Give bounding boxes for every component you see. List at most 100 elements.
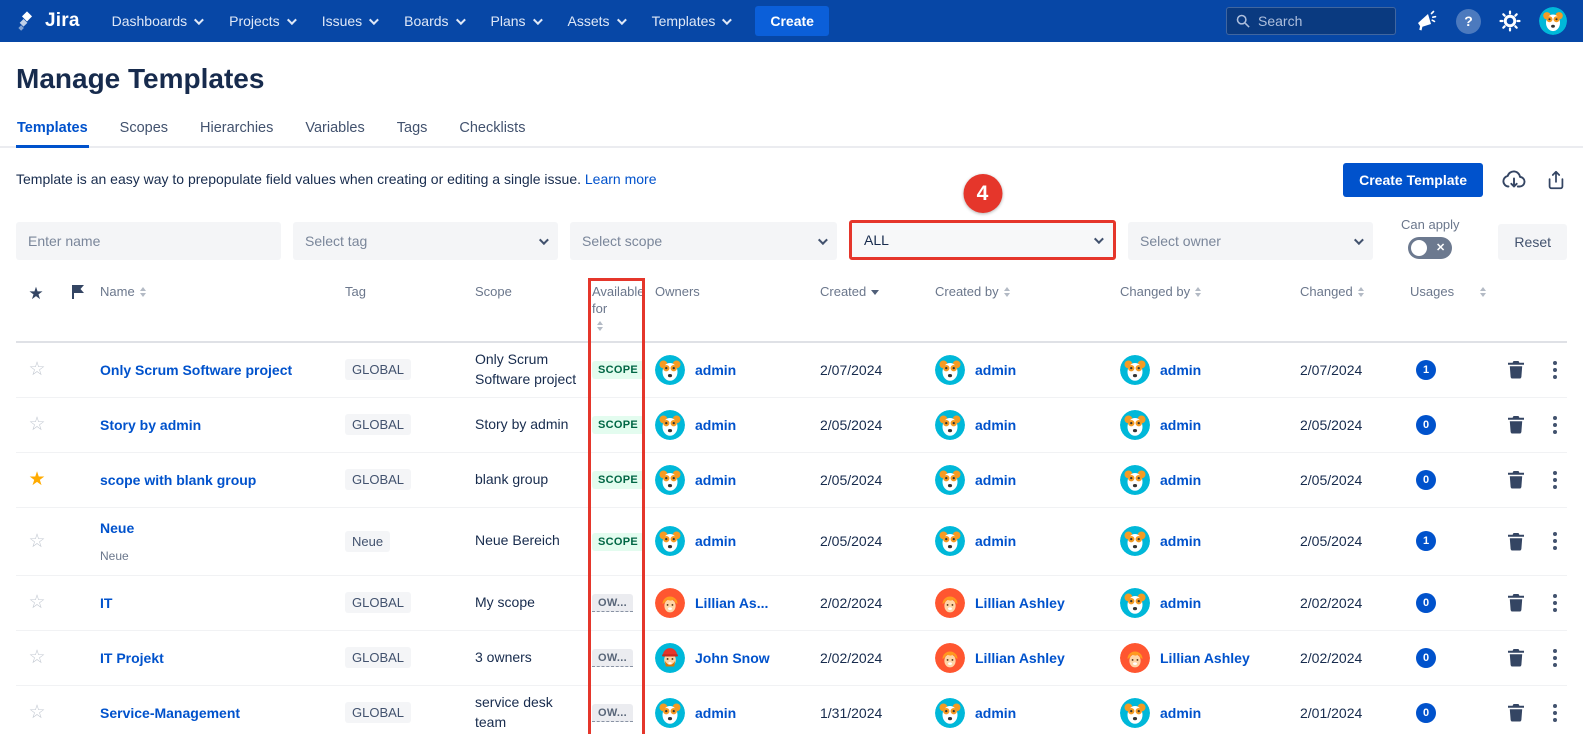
name-cell: Neue Neue xyxy=(100,520,345,563)
template-name-link[interactable]: scope with blank group xyxy=(100,472,256,488)
tag-filter-dropdown[interactable]: Select tag xyxy=(293,222,558,260)
owner-link[interactable]: John Snow xyxy=(695,650,770,666)
delete-button[interactable] xyxy=(1505,646,1549,669)
delete-button[interactable] xyxy=(1505,358,1549,381)
changed-by-link[interactable]: admin xyxy=(1160,705,1201,721)
favorite-star[interactable]: ☆ xyxy=(16,530,56,553)
row-menu-button[interactable] xyxy=(1549,590,1579,616)
favorite-star[interactable]: ☆ xyxy=(16,358,56,381)
header-tag[interactable]: Tag xyxy=(345,284,475,301)
delete-button[interactable] xyxy=(1505,530,1549,553)
help-icon[interactable]: ? xyxy=(1456,8,1481,34)
nav-item-plans[interactable]: Plans xyxy=(491,13,543,29)
created-by-link[interactable]: admin xyxy=(975,417,1016,433)
export-icon[interactable] xyxy=(1545,168,1567,192)
created-by-link[interactable]: Lillian Ashley xyxy=(975,595,1065,611)
tab-hierarchies[interactable]: Hierarchies xyxy=(199,114,274,148)
template-name-link[interactable]: Story by admin xyxy=(100,417,201,433)
changed-by-link[interactable]: admin xyxy=(1160,362,1201,378)
delete-button[interactable] xyxy=(1505,701,1549,724)
owner-link[interactable]: admin xyxy=(695,705,736,721)
flag-header-icon[interactable] xyxy=(56,284,100,300)
owner-link[interactable]: admin xyxy=(695,417,736,433)
tab-scopes[interactable]: Scopes xyxy=(119,114,169,148)
template-name-link[interactable]: Service-Management xyxy=(100,705,240,721)
owner-link[interactable]: admin xyxy=(695,362,736,378)
header-changed-by[interactable]: Changed by xyxy=(1120,284,1300,301)
header-available-for[interactable]: Available for xyxy=(592,284,647,331)
changed-cell: 2/02/2024 xyxy=(1300,649,1363,666)
can-apply-toggle[interactable]: ✕ xyxy=(1408,237,1453,259)
delete-button[interactable] xyxy=(1505,591,1549,614)
nav-item-issues[interactable]: Issues xyxy=(322,13,380,29)
gear-icon[interactable] xyxy=(1499,10,1521,32)
user-avatar[interactable] xyxy=(1539,7,1567,35)
nav-item-projects[interactable]: Projects xyxy=(229,13,297,29)
create-button[interactable]: Create xyxy=(755,6,829,36)
row-menu-button[interactable] xyxy=(1549,412,1579,438)
header-changed[interactable]: Changed xyxy=(1300,284,1410,301)
available-for-dropdown[interactable]: ALL xyxy=(849,220,1116,260)
row-menu-button[interactable] xyxy=(1549,467,1579,493)
changed-by-link[interactable]: admin xyxy=(1160,472,1201,488)
favorite-star[interactable]: ☆ xyxy=(16,701,56,724)
delete-button[interactable] xyxy=(1505,468,1549,491)
nav-item-dashboards[interactable]: Dashboards xyxy=(112,13,204,29)
changed-by-link[interactable]: Lillian Ashley xyxy=(1160,650,1250,666)
changed-by-link[interactable]: admin xyxy=(1160,417,1201,433)
reset-button[interactable]: Reset xyxy=(1498,224,1567,260)
row-menu-button[interactable] xyxy=(1549,357,1579,383)
name-filter-input[interactable] xyxy=(28,233,269,249)
import-cloud-icon[interactable] xyxy=(1501,168,1527,192)
created-cell: 1/31/2024 xyxy=(820,704,883,721)
owner-filter-dropdown[interactable]: Select owner xyxy=(1128,222,1373,260)
row-menu-button[interactable] xyxy=(1549,700,1579,726)
header-owners[interactable]: Owners xyxy=(655,284,820,301)
header-usages[interactable]: Usages xyxy=(1410,284,1505,301)
favorite-star[interactable]: ★ xyxy=(16,468,56,491)
header-created[interactable]: Created xyxy=(820,284,935,301)
announcements-icon[interactable] xyxy=(1414,9,1438,33)
row-menu-button[interactable] xyxy=(1549,645,1579,671)
template-name-link[interactable]: Neue xyxy=(100,520,134,536)
create-template-button[interactable]: Create Template xyxy=(1343,163,1483,197)
favorite-header-star-icon[interactable]: ★ xyxy=(16,284,56,304)
created-by-link[interactable]: admin xyxy=(975,472,1016,488)
owner-link[interactable]: admin xyxy=(695,472,736,488)
favorite-star[interactable]: ☆ xyxy=(16,646,56,669)
tab-tags[interactable]: Tags xyxy=(396,114,429,148)
header-name[interactable]: Name xyxy=(100,284,345,301)
favorite-star[interactable]: ☆ xyxy=(16,413,56,436)
owner-link[interactable]: admin xyxy=(695,533,736,549)
tab-templates[interactable]: Templates xyxy=(16,114,89,148)
learn-more-link[interactable]: Learn more xyxy=(585,171,657,187)
owner-link[interactable]: Lillian As... xyxy=(695,595,768,611)
search-input[interactable] xyxy=(1258,13,1378,29)
tab-checklists[interactable]: Checklists xyxy=(458,114,526,148)
delete-button[interactable] xyxy=(1505,413,1549,436)
usages-cell: 0 xyxy=(1410,647,1505,668)
created-by-link[interactable]: admin xyxy=(975,705,1016,721)
favorite-star[interactable]: ☆ xyxy=(16,591,56,614)
created-by-avatar xyxy=(935,587,965,618)
template-name-link[interactable]: IT Projekt xyxy=(100,650,164,666)
template-name-link[interactable]: IT xyxy=(100,595,112,611)
header-scope[interactable]: Scope xyxy=(475,284,592,301)
row-menu-button[interactable] xyxy=(1549,528,1579,554)
nav-item-assets[interactable]: Assets xyxy=(568,13,627,29)
jira-brand[interactable]: Jira xyxy=(16,10,80,32)
nav-item-boards[interactable]: Boards xyxy=(404,13,466,29)
created-by-link[interactable]: admin xyxy=(975,362,1016,378)
created-by-link[interactable]: Lillian Ashley xyxy=(975,650,1065,666)
changed-by-link[interactable]: admin xyxy=(1160,595,1201,611)
sort-icon xyxy=(139,287,146,297)
nav-item-templates[interactable]: Templates xyxy=(652,13,733,29)
template-name-link[interactable]: Only Scrum Software project xyxy=(100,362,292,378)
created-by-link[interactable]: admin xyxy=(975,533,1016,549)
tab-variables[interactable]: Variables xyxy=(304,114,365,148)
sort-desc-icon xyxy=(871,290,880,295)
header-created-by[interactable]: Created by xyxy=(935,284,1120,301)
global-search[interactable] xyxy=(1226,7,1396,35)
changed-by-link[interactable]: admin xyxy=(1160,533,1201,549)
scope-filter-dropdown[interactable]: Select scope xyxy=(570,222,837,260)
